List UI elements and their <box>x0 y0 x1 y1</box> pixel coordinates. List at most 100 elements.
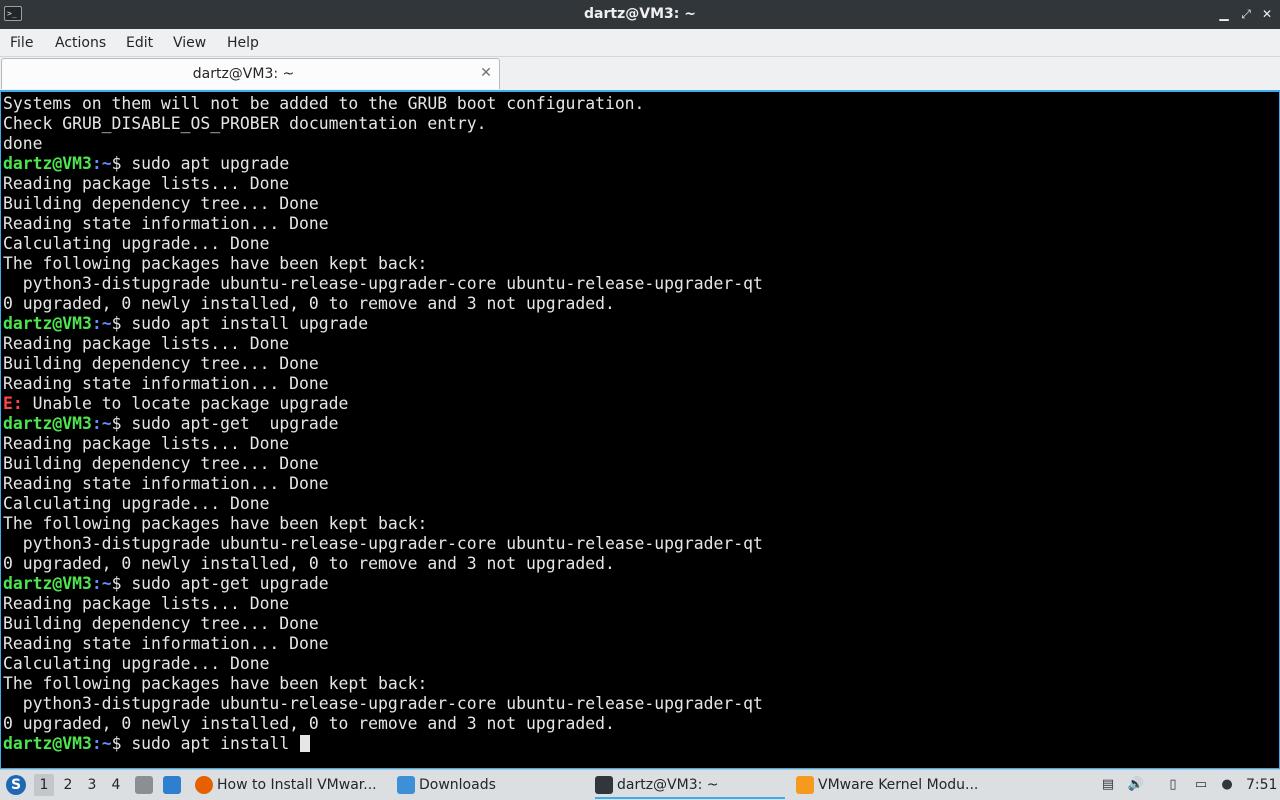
output-text: Building dependency tree... Done <box>3 454 319 473</box>
prompt-symbol: $ <box>111 154 132 173</box>
prompt-symbol: $ <box>111 314 132 333</box>
task-firefox[interactable]: How to Install VMwar... <box>195 771 385 799</box>
terminal-line: Reading state information... Done <box>3 474 1263 494</box>
output-text: Building dependency tree... Done <box>3 354 319 373</box>
command-text: sudo apt install <box>131 734 300 753</box>
terminal-line: Reading package lists... Done <box>3 174 1263 194</box>
terminal-view[interactable]: Systems on them will not be added to the… <box>0 90 1280 769</box>
prompt-separator: : <box>91 734 102 753</box>
restore-icon[interactable]: ⤢ <box>1236 4 1256 24</box>
files-icon[interactable]: ▯ <box>1164 776 1182 794</box>
output-text: Systems on them will not be added to the… <box>3 94 645 113</box>
terminal-line: dartz@VM3:~$ sudo apt install upgrade <box>3 314 1263 334</box>
terminal-line: Building dependency tree... Done <box>3 194 1263 214</box>
output-text: python3-distupgrade ubuntu-release-upgra… <box>3 534 763 553</box>
firefox-icon <box>195 776 213 794</box>
network-icon[interactable]: ▭ <box>1192 776 1210 794</box>
prompt-separator: : <box>91 154 102 173</box>
terminal-scrollbar[interactable] <box>1273 92 1279 768</box>
task-downloads[interactable]: Downloads <box>397 771 587 799</box>
terminal-line: dartz@VM3:~$ sudo apt upgrade <box>3 154 1263 174</box>
command-text: sudo apt upgrade <box>131 154 290 173</box>
terminal-line: dartz@VM3:~$ sudo apt-get upgrade <box>3 574 1263 594</box>
prompt-path: ~ <box>101 734 112 753</box>
prompt-symbol: $ <box>111 414 132 433</box>
terminal-line: dartz@VM3:~$ sudo apt install <box>3 734 1263 754</box>
terminal-line: Calculating upgrade... Done <box>3 234 1263 254</box>
output-text: Check GRUB_DISABLE_OS_PROBER documentati… <box>3 114 487 133</box>
volume-icon[interactable]: 🔊 <box>1127 776 1145 794</box>
task-vmware[interactable]: VMware Kernel Modu... <box>796 771 992 799</box>
output-text: done <box>3 134 43 153</box>
output-text: The following packages have been kept ba… <box>3 254 428 273</box>
prompt-path: ~ <box>101 314 112 333</box>
show-desktop-icon[interactable] <box>163 776 181 794</box>
close-icon[interactable]: ✕ <box>1257 4 1277 24</box>
start-menu-icon[interactable]: S <box>6 775 26 795</box>
output-text: Reading state information... Done <box>3 374 329 393</box>
tab-terminal[interactable]: dartz@VM3: ~ ✕ <box>1 58 500 89</box>
terminal-line: 0 upgraded, 0 newly installed, 0 to remo… <box>3 714 1263 734</box>
desktop-4-button[interactable]: 4 <box>106 774 126 796</box>
menu-file[interactable]: File <box>10 29 33 57</box>
prompt-separator: : <box>91 574 102 593</box>
window-title: dartz@VM3: ~ <box>584 6 696 22</box>
terminal-line: done <box>3 134 1263 154</box>
terminal-line: Reading state information... Done <box>3 374 1263 394</box>
prompt-symbol: $ <box>111 574 132 593</box>
notification-icon[interactable]: ● <box>1218 776 1236 794</box>
terminal-line: Reading package lists... Done <box>3 334 1263 354</box>
folder-icon <box>397 776 415 794</box>
terminal-line: Building dependency tree... Done <box>3 614 1263 634</box>
text-cursor <box>300 735 311 752</box>
menu-actions[interactable]: Actions <box>55 29 106 57</box>
vmware-icon <box>796 776 814 794</box>
output-text: Calculating upgrade... Done <box>3 234 270 253</box>
prompt-path: ~ <box>101 414 112 433</box>
output-text: 0 upgraded, 0 newly installed, 0 to remo… <box>3 554 615 573</box>
tab-close-icon[interactable]: ✕ <box>478 65 494 81</box>
output-text: The following packages have been kept ba… <box>3 674 428 693</box>
desktop-2-button[interactable]: 2 <box>58 774 78 796</box>
command-text: sudo apt-get upgrade <box>131 414 339 433</box>
desktop-3-button[interactable]: 3 <box>82 774 102 796</box>
terminal-line: Reading package lists... Done <box>3 434 1263 454</box>
prompt-separator: : <box>91 414 102 433</box>
task-label: Downloads <box>419 777 496 793</box>
prompt-user: dartz@VM3 <box>3 154 92 173</box>
command-text: sudo apt install upgrade <box>131 314 369 333</box>
output-text: Building dependency tree... Done <box>3 614 319 633</box>
output-text: python3-distupgrade ubuntu-release-upgra… <box>3 274 763 293</box>
terminal-line: E: Unable to locate package upgrade <box>3 394 1263 414</box>
task-label: How to Install VMwar... <box>217 777 377 793</box>
clock[interactable]: 7:51 <box>1246 770 1277 800</box>
output-text: Reading state information... Done <box>3 634 329 653</box>
prompt-user: dartz@VM3 <box>3 574 92 593</box>
prompt-path: ~ <box>101 574 112 593</box>
minimize-icon[interactable]: ▁ <box>1214 4 1234 24</box>
menu-edit[interactable]: Edit <box>126 29 153 57</box>
terminal-line: The following packages have been kept ba… <box>3 514 1263 534</box>
task-terminal[interactable]: dartz@VM3: ~ <box>595 771 785 799</box>
terminal-line: Calculating upgrade... Done <box>3 654 1263 674</box>
terminal-line: python3-distupgrade ubuntu-release-upgra… <box>3 534 1263 554</box>
prompt-user: dartz@VM3 <box>3 414 92 433</box>
output-text: python3-distupgrade ubuntu-release-upgra… <box>3 694 763 713</box>
output-text: Calculating upgrade... Done <box>3 494 270 513</box>
output-text: Calculating upgrade... Done <box>3 654 270 673</box>
menu-help[interactable]: Help <box>227 29 259 57</box>
output-text: The following packages have been kept ba… <box>3 514 428 533</box>
terminal-line: python3-distupgrade ubuntu-release-upgra… <box>3 274 1263 294</box>
clipboard-icon[interactable]: ▤ <box>1099 776 1117 794</box>
menu-view[interactable]: View <box>173 29 206 57</box>
output-text: Reading state information... Done <box>3 474 329 493</box>
command-text: sudo apt-get upgrade <box>131 574 329 593</box>
task-label: dartz@VM3: ~ <box>617 777 719 793</box>
window-titlebar[interactable]: >_ dartz@VM3: ~ ▁ ⤢ ✕ <box>0 0 1280 29</box>
desktop-1-button[interactable]: 1 <box>34 774 54 796</box>
terminal-line: 0 upgraded, 0 newly installed, 0 to remo… <box>3 294 1263 314</box>
output-text: Reading package lists... Done <box>3 594 290 613</box>
output-text: 0 upgraded, 0 newly installed, 0 to remo… <box>3 714 615 733</box>
file-manager-quicklaunch-icon[interactable] <box>135 776 153 794</box>
output-text: Reading package lists... Done <box>3 434 290 453</box>
